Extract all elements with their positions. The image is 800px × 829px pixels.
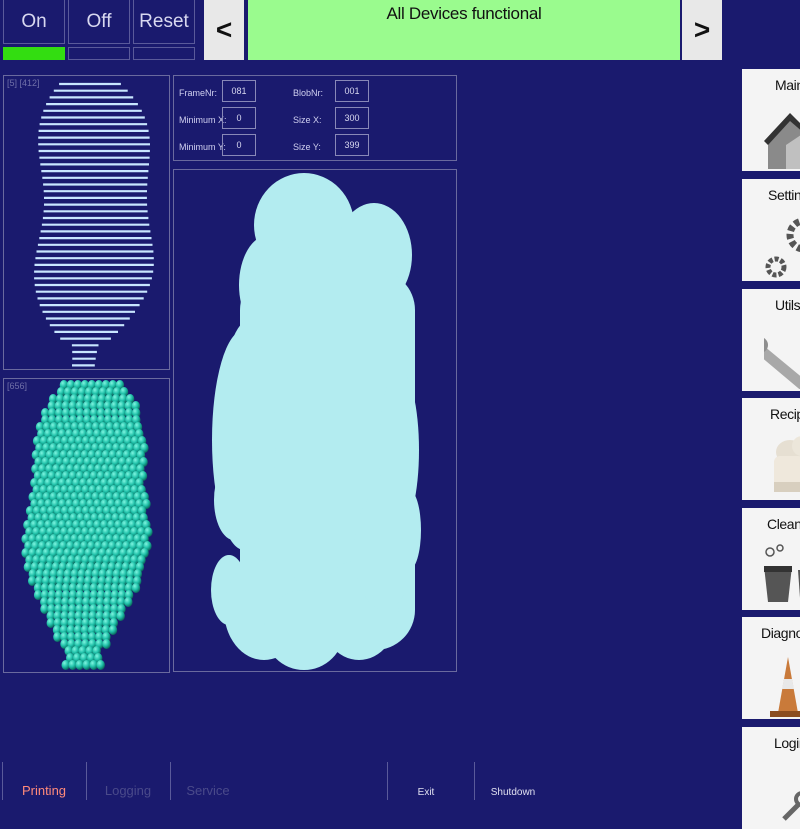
menu-label: Cleaning: [767, 516, 800, 532]
traffic-cone-icon: [770, 657, 800, 717]
min-y-label: Minimum Y:: [179, 142, 226, 152]
menu-utils[interactable]: Utils: [742, 289, 800, 391]
wrench-icon: [764, 338, 800, 389]
menu-login[interactable]: Login: [742, 727, 800, 829]
bead-view: [21, 380, 153, 670]
reset-indicator: [133, 47, 195, 60]
scan-lines-view: [34, 82, 154, 367]
blob-view-panel: [173, 169, 457, 672]
blob-info-panel: FrameNr: 081 BlobNr: 001 Minimum X: 0 Si…: [173, 75, 457, 161]
menu-main[interactable]: Main: [742, 69, 800, 171]
menu-label: Recipes: [770, 406, 800, 422]
on-indicator: [3, 47, 65, 60]
menu-label: Diagnostics: [761, 625, 800, 641]
tab-service[interactable]: Service: [171, 762, 245, 800]
gears-icon: [765, 217, 800, 278]
min-x-label: Minimum X:: [179, 115, 227, 125]
bead: [124, 597, 133, 607]
size-x-label: Size X:: [293, 115, 322, 125]
bucket-icon: [764, 544, 800, 602]
menu-recipes[interactable]: Recipes: [742, 398, 800, 500]
menu-settings[interactable]: Settings: [742, 179, 800, 281]
menu-label: Utils: [775, 297, 800, 313]
size-y-label: Size Y:: [293, 142, 321, 152]
bead: [102, 639, 111, 649]
chef-hat-icon: [774, 436, 800, 492]
frame-nr-value: 081: [222, 80, 256, 102]
scan-lines-panel: [5] [412]: [3, 75, 170, 370]
exit-button[interactable]: Exit: [388, 762, 464, 800]
bead-view-panel: [656]: [3, 378, 170, 673]
bead: [108, 625, 118, 635]
key-icon: [782, 791, 800, 821]
shutdown-button[interactable]: Shutdown: [475, 762, 551, 800]
blob-nr-value: 001: [335, 80, 369, 102]
menu-label: Main: [775, 77, 800, 93]
menu-label: Login: [774, 735, 800, 751]
house-icon: [764, 113, 800, 169]
status-text: All Devices functional: [386, 4, 542, 23]
menu-label: Settings: [768, 187, 800, 203]
on-button[interactable]: On: [3, 0, 65, 44]
bead: [96, 660, 105, 670]
off-indicator: [68, 47, 130, 60]
frame-nr-label: FrameNr:: [179, 88, 217, 98]
size-y-value: 399: [335, 134, 369, 156]
tab-logging[interactable]: Logging: [87, 762, 169, 800]
menu-diagnostics[interactable]: Diagnostics: [742, 617, 800, 719]
min-y-value: 0: [222, 134, 256, 156]
size-x-value: 300: [335, 107, 369, 129]
bead: [131, 583, 141, 593]
reset-button[interactable]: Reset: [133, 0, 195, 44]
tab-printing[interactable]: Printing: [3, 762, 85, 800]
menu-cleaning[interactable]: Cleaning: [742, 508, 800, 610]
status-message: All Devices functional: [248, 0, 680, 60]
off-button[interactable]: Off: [68, 0, 130, 44]
min-x-value: 0: [222, 107, 256, 129]
bead: [116, 611, 125, 621]
status-next-button[interactable]: >: [682, 0, 722, 60]
status-prev-button[interactable]: <: [204, 0, 244, 60]
blob-nr-label: BlobNr:: [293, 88, 324, 98]
blob-shape: [211, 173, 421, 670]
